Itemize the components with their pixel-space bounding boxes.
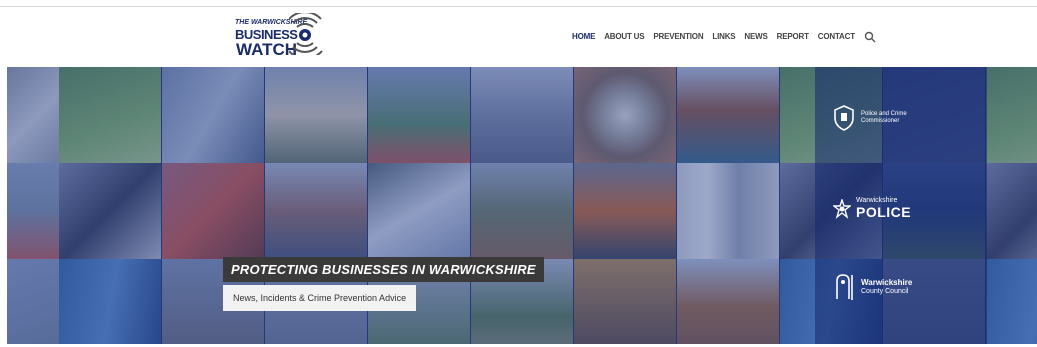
bear-staff-icon: [836, 274, 853, 300]
hero-subline: News, Incidents & Crime Prevention Advic…: [223, 285, 417, 311]
nav-about-us[interactable]: ABOUT US: [604, 32, 644, 41]
main-nav: HOME ABOUT US PREVENTION LINKS NEWS REPO…: [572, 28, 876, 44]
police-line-2: POLICE: [856, 204, 912, 220]
nav-report[interactable]: REPORT: [777, 32, 809, 41]
logo-line-3: WATCH: [236, 40, 298, 59]
nav-links[interactable]: LINKS: [712, 32, 735, 41]
search-icon[interactable]: [864, 30, 876, 43]
site-header: THE WARWICKSHIRE BUSINESS WATCH HOME ABO…: [0, 7, 1037, 65]
business-watch-logo[interactable]: THE WARWICKSHIRE BUSINESS WATCH: [233, 11, 328, 61]
nav-prevention[interactable]: PREVENTION: [653, 32, 703, 41]
county-council-logo[interactable]: Warwickshire County Council: [833, 273, 912, 301]
crest-icon: [834, 105, 854, 131]
council-line-2: County Council: [861, 288, 909, 295]
hero-banner: Police and Crime Commissioner Warwickshi…: [7, 67, 1037, 344]
police-star-icon: [833, 198, 851, 219]
nav-news[interactable]: NEWS: [744, 32, 767, 41]
pcc-logo[interactable]: Police and Crime Commissioner: [833, 105, 943, 131]
warwickshire-police-logo[interactable]: Warwickshire POLICE: [833, 197, 911, 220]
council-line-1: Warwickshire: [861, 278, 913, 287]
nav-home[interactable]: HOME: [572, 32, 595, 41]
radio-waves-icon: [289, 13, 323, 55]
hero-headline: PROTECTING BUSINESSES IN WARWICKSHIRE: [223, 257, 544, 282]
nav-contact[interactable]: CONTACT: [818, 32, 855, 41]
pcc-text: Police and Crime Commissioner: [861, 111, 907, 124]
